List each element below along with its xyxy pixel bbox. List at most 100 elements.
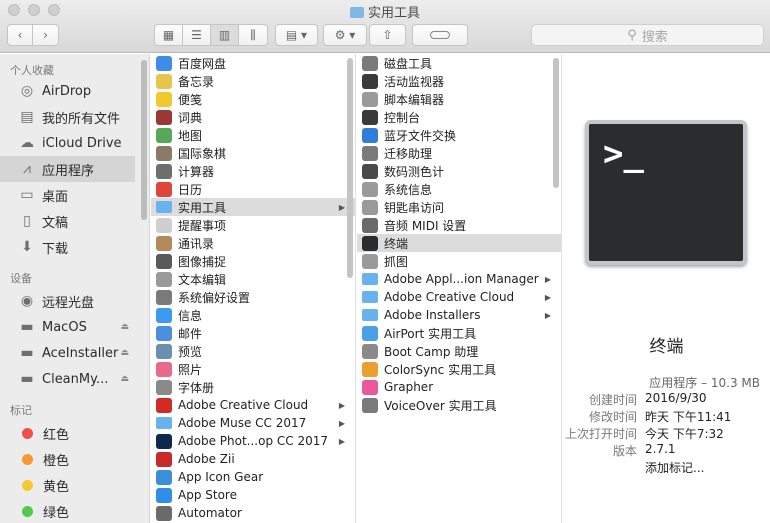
cloud-icon: ☁ (20, 135, 34, 151)
eject-icon[interactable]: ⏏ (120, 348, 129, 358)
list-item[interactable]: 信息 (151, 306, 355, 324)
list-item[interactable]: 实用工具 ▶ (151, 198, 355, 216)
list-item[interactable]: 系统信息 (357, 180, 561, 198)
sidebar-item-documents[interactable]: ▯ 文稿 (0, 208, 149, 234)
list-item[interactable]: 活动监视器 (357, 72, 561, 90)
list-item[interactable]: 钥匙串访问 (357, 198, 561, 216)
app-icon (156, 343, 172, 359)
document-icon: ▯ (23, 213, 31, 229)
disc-icon: ◉ (20, 293, 34, 309)
search-field[interactable]: ⚲ 搜索 (531, 24, 764, 46)
arrange-button[interactable]: ▤ ▾ (275, 24, 318, 46)
app-icon (362, 361, 378, 377)
list-item[interactable]: 提醒事项 (151, 216, 355, 234)
list-item[interactable]: 蓝牙文件交换 (357, 126, 561, 144)
sidebar-item-all-files[interactable]: ▤ 我的所有文件 (0, 104, 149, 130)
sidebar-tag-red[interactable]: 红色 (0, 420, 149, 446)
disclosure-arrow-icon: ▶ (338, 418, 345, 428)
list-item[interactable]: 字体册 (151, 378, 355, 396)
sidebar-item-applications[interactable]: ⩘ 应用程序 (0, 156, 135, 182)
list-item[interactable]: Adobe Installers ▶ (357, 306, 561, 324)
list-item[interactable]: Boot Camp 助理 (357, 342, 561, 360)
sidebar-item-airdrop[interactable]: ◎ AirDrop (0, 78, 149, 104)
sidebar-item-downloads[interactable]: ⬇ 下载 (0, 234, 149, 260)
action-button[interactable]: ⚙ ▾ (323, 24, 367, 46)
list-item[interactable]: 脚本编辑器 (357, 90, 561, 108)
sidebar-item-icloud-drive[interactable]: ☁ iCloud Drive (0, 130, 149, 156)
sidebar-item-aceinstaller[interactable]: ▬ AceInstaller ⏏ (0, 340, 149, 366)
eject-icon[interactable]: ⏏ (120, 374, 129, 384)
list-item[interactable]: VoiceOver 实用工具 (357, 396, 561, 414)
list-item[interactable]: 词典 (151, 108, 355, 126)
list-item[interactable]: 系统偏好设置 (151, 288, 355, 306)
sidebar-tag-green[interactable]: 绿色 (0, 498, 149, 523)
eject-icon[interactable]: ⏏ (120, 322, 129, 332)
list-item-label: 地图 (178, 128, 203, 143)
add-tags-link[interactable]: 添加标记... (645, 459, 704, 476)
arrange-icon: ▤ ▾ (285, 28, 308, 42)
column1-scrollbar[interactable] (347, 58, 353, 278)
disclosure-arrow-icon: ▶ (544, 274, 551, 284)
list-item[interactable]: App Store (151, 486, 355, 504)
list-item[interactable]: Automator (151, 504, 355, 522)
app-icon (156, 271, 172, 287)
list-item[interactable]: 邮件 (151, 324, 355, 342)
list-item[interactable]: 图像捕捉 (151, 252, 355, 270)
list-item[interactable]: Adobe Phot...op CC 2017 ▶ (151, 432, 355, 450)
back-button[interactable]: ‹ (8, 25, 33, 45)
list-item[interactable]: 控制台 (357, 108, 561, 126)
list-item[interactable]: Grapher (357, 378, 561, 396)
list-item[interactable]: 照片 (151, 360, 355, 378)
list-view-button[interactable]: ☰ (183, 25, 211, 45)
icon-view-button[interactable]: ▦ (155, 25, 183, 45)
list-item[interactable]: 数码测色计 (357, 162, 561, 180)
sidebar-item-cleanmy[interactable]: ▬ CleanMy... ⏏ (0, 366, 149, 392)
list-item[interactable]: ColorSync 实用工具 (357, 360, 561, 378)
forward-button[interactable]: › (33, 25, 58, 45)
list-item[interactable]: 百度网盘 (151, 54, 355, 72)
list-item[interactable]: Adobe Creative Cloud ▶ (151, 396, 355, 414)
sidebar-item-remote-disc[interactable]: ◉ 远程光盘 (0, 288, 149, 314)
list-item[interactable]: 日历 (151, 180, 355, 198)
list-item[interactable]: 预览 (151, 342, 355, 360)
sidebar-item-macos[interactable]: ▬ MacOS ⏏ (0, 314, 149, 340)
list-item[interactable]: App Icon Gear (151, 468, 355, 486)
list-item[interactable]: 迁移助理 (357, 144, 561, 162)
list-item[interactable]: 磁盘工具 (357, 54, 561, 72)
share-button[interactable]: ⇧ (369, 24, 406, 46)
window-title: 实用工具 (0, 2, 770, 21)
list-item[interactable]: Adobe Creative Cloud ▶ (357, 288, 561, 306)
list-item[interactable]: 终端 (357, 234, 561, 252)
list-item[interactable]: Adobe Muse CC 2017 ▶ (151, 414, 355, 432)
tags-button[interactable] (412, 24, 468, 46)
sidebar-scrollbar[interactable] (141, 60, 147, 220)
list-item[interactable]: 国际象棋 (151, 144, 355, 162)
sidebar-tag-yellow[interactable]: 黄色 (0, 472, 149, 498)
list-item[interactable]: Adobe Zii (151, 450, 355, 468)
list-item-label: Adobe Zii (178, 452, 235, 466)
sidebar-tag-orange[interactable]: 橙色 (0, 446, 149, 472)
list-item[interactable]: 计算器 (151, 162, 355, 180)
app-icon (156, 55, 172, 71)
app-icon (156, 91, 172, 107)
preview-kind-size: 应用程序 – 10.3 MB (649, 376, 760, 390)
list-item-label: 蓝牙文件交换 (384, 128, 457, 143)
list-item-label: 图像捕捉 (178, 254, 227, 269)
toolbar: 实用工具 ‹ › ▦ ☰ ▥ ⫼ ▤ ▾ ⚙ ▾ ⇧ ⚲ 搜索 (0, 0, 770, 53)
list-item[interactable]: 音频 MIDI 设置 (357, 216, 561, 234)
list-item[interactable]: 通讯录 (151, 234, 355, 252)
column2-scrollbar[interactable] (553, 58, 559, 188)
list-item[interactable]: AirPort 实用工具 (357, 324, 561, 342)
list-item-label: AirPort 实用工具 (384, 326, 477, 341)
sidebar-item-desktop[interactable]: ▭ 桌面 (0, 182, 149, 208)
list-item[interactable]: 地图 (151, 126, 355, 144)
coverflow-view-button[interactable]: ⫼ (239, 25, 267, 45)
list-item[interactable]: 备忘录 (151, 72, 355, 90)
app-icon (362, 55, 378, 71)
list-item[interactable]: 抓图 (357, 252, 561, 270)
list-item[interactable]: 文本编辑 (151, 270, 355, 288)
column-view-button[interactable]: ▥ (211, 25, 239, 45)
list-item[interactable]: Adobe Appl...ion Manager ▶ (357, 270, 561, 288)
list-item[interactable]: 便笺 (151, 90, 355, 108)
devices-header: 设备 (10, 272, 32, 285)
